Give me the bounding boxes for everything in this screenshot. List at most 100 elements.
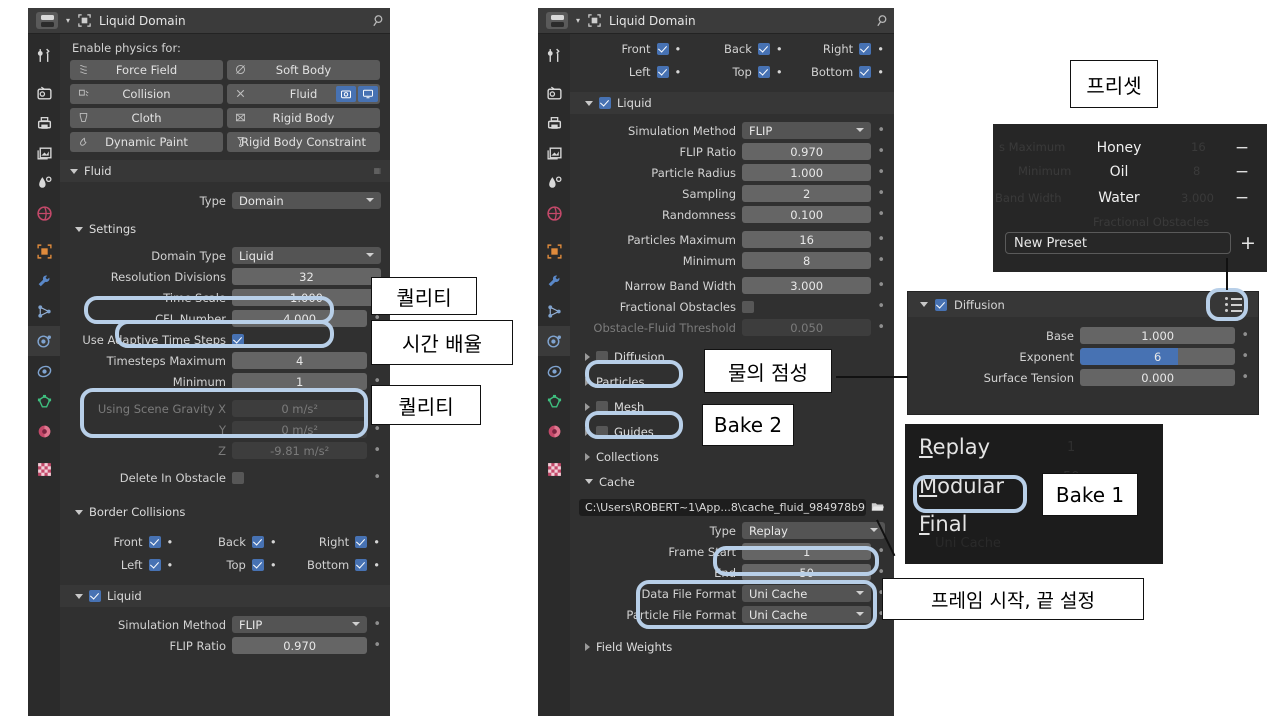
border-top-checkbox[interactable] (757, 65, 770, 78)
pin-icon[interactable]: ⚲ (368, 11, 386, 30)
chevron-down-icon[interactable]: ▾ (576, 16, 580, 25)
cache-path-field[interactable]: C:\Users\ROBERT~1\App...8\cache_fluid_98… (579, 499, 866, 516)
folder-icon[interactable] (870, 500, 885, 516)
physics-button-collision[interactable]: Collision (70, 84, 223, 104)
particle-radius-field[interactable]: 1.000 (742, 164, 872, 181)
tab-modifiers[interactable] (538, 266, 570, 296)
domain-type-dropdown[interactable]: Liquid (232, 247, 381, 264)
editor-type-icon[interactable] (546, 12, 568, 29)
tab-constraints[interactable] (28, 356, 60, 386)
physics-button-rigid-body[interactable]: Rigid Body (227, 108, 380, 128)
enum-item-replay[interactable]: Replay (905, 430, 1163, 463)
physics-button-soft-body[interactable]: Soft Body (227, 60, 380, 80)
tab-tool[interactable] (28, 40, 60, 70)
tab-render[interactable] (538, 78, 570, 108)
tab-particles[interactable] (28, 296, 60, 326)
border-right-checkbox[interactable] (355, 535, 368, 548)
mesh-checkbox[interactable] (596, 400, 608, 413)
sampling-field[interactable]: 2 (742, 185, 872, 202)
border-left-checkbox[interactable] (656, 65, 669, 78)
tab-texture[interactable] (538, 454, 570, 484)
border-left-checkbox[interactable] (148, 558, 161, 571)
tab-output[interactable] (538, 108, 570, 138)
mid-section-liquid[interactable]: Liquid (570, 92, 894, 114)
tab-material[interactable] (538, 416, 570, 446)
section-fluid[interactable]: Fluid ▦ (60, 160, 390, 182)
diffusion-enabled-checkbox[interactable] (935, 298, 947, 311)
physics-button-dynamic-paint[interactable]: Dynamic Paint (70, 132, 223, 152)
resolution-divisions-field[interactable]: 32 (232, 268, 381, 285)
chevron-down-icon[interactable]: ▾ (66, 16, 70, 25)
preset-item-oil[interactable]: Oil − (993, 160, 1267, 184)
remove-preset-icon[interactable]: − (1231, 140, 1253, 157)
preset-list-icon[interactable] (1225, 297, 1242, 312)
border-bottom-checkbox[interactable] (859, 65, 872, 78)
randomness-field[interactable]: 0.100 (742, 206, 872, 223)
pin-icon[interactable]: ⚲ (872, 11, 890, 30)
tab-physics[interactable] (28, 326, 60, 356)
physics-button-fluid[interactable]: Fluid (227, 84, 380, 104)
animate-dot-icon[interactable]: • (877, 65, 884, 79)
physics-button-cloth[interactable]: Cloth (70, 108, 223, 128)
particle-file-format-dropdown[interactable]: Uni Cache (742, 606, 872, 623)
simulation-method-dropdown[interactable]: FLIP (742, 122, 872, 139)
animate-dot-icon[interactable]: • (877, 42, 884, 56)
tab-texture[interactable] (28, 454, 60, 484)
display-icon[interactable] (358, 86, 378, 102)
flip-ratio-field[interactable]: 0.970 (232, 637, 368, 654)
editor-type-icon[interactable] (36, 12, 58, 29)
frame-end-field[interactable]: 50 (742, 564, 872, 581)
tab-material[interactable] (28, 416, 60, 446)
particles-maximum-field[interactable]: 16 (742, 231, 872, 248)
animate-dot-icon[interactable]: • (270, 558, 277, 572)
diffusion-exponent-slider[interactable]: 6 (1080, 348, 1236, 365)
tab-render[interactable] (28, 78, 60, 108)
data-file-format-dropdown[interactable]: Uni Cache (742, 585, 872, 602)
animate-dot-icon[interactable]: • (167, 558, 174, 572)
border-back-checkbox[interactable] (251, 535, 264, 548)
physics-button-force-field[interactable]: Force Field (70, 60, 223, 80)
preset-item-water[interactable]: Water − (993, 186, 1267, 210)
section-settings[interactable]: Settings (60, 218, 390, 240)
drag-handle-icon[interactable]: ▦ (373, 167, 382, 175)
narrow-band-width-field[interactable]: 3.000 (742, 277, 872, 294)
tab-scene[interactable] (538, 168, 570, 198)
diffusion-overlay-header[interactable]: Diffusion (908, 292, 1258, 317)
particles-minimum-field[interactable]: 8 (742, 252, 872, 269)
diffusion-base-field[interactable]: 1.000 (1080, 327, 1236, 344)
border-bottom-checkbox[interactable] (355, 558, 368, 571)
animate-dot-icon[interactable]: • (373, 558, 380, 572)
tab-object[interactable] (28, 236, 60, 266)
tab-view-layer[interactable] (28, 138, 60, 168)
tab-tool[interactable] (538, 40, 570, 70)
tab-particles[interactable] (538, 296, 570, 326)
tab-object-data[interactable] (28, 386, 60, 416)
type-dropdown[interactable]: Domain (232, 192, 381, 209)
section-liquid[interactable]: Liquid (60, 585, 390, 607)
tab-output[interactable] (28, 108, 60, 138)
cache-type-dropdown[interactable]: Replay (742, 522, 885, 539)
animate-dot-icon[interactable]: • (675, 65, 682, 79)
border-back-checkbox[interactable] (757, 42, 770, 55)
timesteps-minimum-field[interactable]: 1 (232, 373, 368, 390)
animate-dot-icon[interactable]: • (675, 42, 682, 56)
border-top-checkbox[interactable] (251, 558, 264, 571)
remove-preset-icon[interactable]: − (1231, 190, 1253, 207)
mid-section-cache[interactable]: Cache (570, 469, 894, 494)
mid-section-collections[interactable]: Collections (570, 444, 894, 469)
diffusion-checkbox[interactable] (596, 350, 608, 363)
section-border-collisions[interactable]: Border Collisions (60, 501, 390, 523)
animate-dot-icon[interactable]: • (776, 65, 783, 79)
fractional-obstacles-checkbox[interactable] (742, 300, 754, 313)
timesteps-maximum-field[interactable]: 4 (232, 352, 368, 369)
tab-constraints[interactable] (538, 356, 570, 386)
add-preset-icon[interactable]: + (1239, 232, 1257, 254)
simulation-method-dropdown[interactable]: FLIP (232, 616, 368, 633)
border-front-checkbox[interactable] (656, 42, 669, 55)
tab-object[interactable] (538, 236, 570, 266)
border-front-checkbox[interactable] (148, 535, 161, 548)
diffusion-surface-tension-field[interactable]: 0.000 (1080, 369, 1236, 386)
preset-item-honey[interactable]: Honey − (993, 136, 1267, 160)
tab-view-layer[interactable] (538, 138, 570, 168)
animate-dot-icon[interactable]: • (373, 535, 380, 549)
